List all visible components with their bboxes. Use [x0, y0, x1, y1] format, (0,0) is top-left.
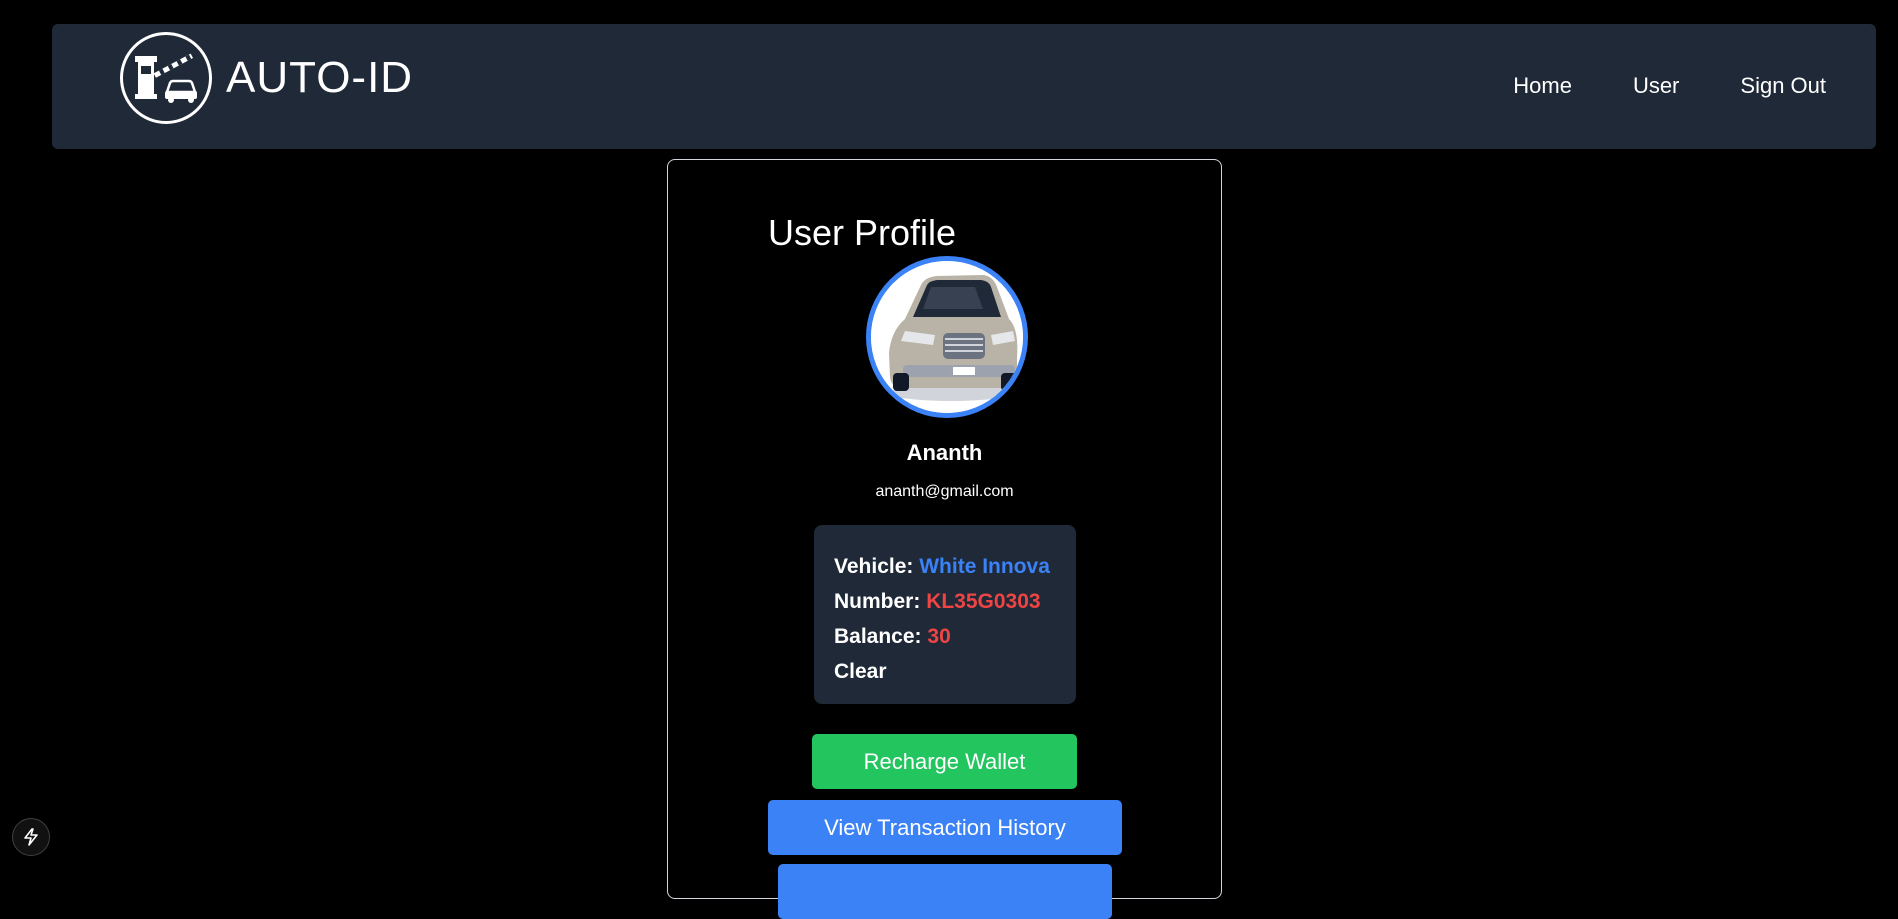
user-name: Ananth	[906, 440, 983, 465]
vehicle-label: Vehicle:	[834, 555, 914, 578]
toll-gate-logo-icon	[120, 32, 212, 124]
nav-link-user[interactable]: User	[1633, 73, 1679, 99]
number-label: Number:	[834, 590, 921, 613]
nav-link-home[interactable]: Home	[1513, 73, 1572, 99]
car-photo-icon	[871, 261, 1023, 413]
balance-row: Balance: 30	[834, 619, 1056, 654]
dev-tools-badge[interactable]	[12, 818, 50, 856]
brand[interactable]: AUTO-ID	[120, 32, 413, 124]
partially-visible-button[interactable]	[778, 864, 1112, 919]
navbar: AUTO-ID Home User Sign Out	[52, 24, 1876, 149]
vehicle-info-box: Vehicle: White Innova Number: KL35G0303 …	[814, 525, 1076, 704]
page-title: User Profile	[768, 212, 957, 253]
nav-link-sign-out[interactable]: Sign Out	[1740, 73, 1826, 99]
recharge-wallet-button[interactable]: Recharge Wallet	[812, 734, 1077, 789]
user-email: ananth@gmail.com	[875, 483, 1014, 500]
profile-card: User Profile Ananth ananth@gmail.com Veh…	[667, 159, 1222, 919]
main-nav: Home User Sign Out	[1452, 73, 1826, 99]
status-row: Clear	[834, 654, 1056, 689]
brand-name: AUTO-ID	[226, 53, 414, 102]
balance-label: Balance:	[834, 625, 922, 648]
balance-value: 30	[927, 625, 951, 648]
view-transaction-history-button[interactable]: View Transaction History	[768, 800, 1122, 855]
vehicle-avatar	[866, 256, 1028, 418]
vehicle-row: Vehicle: White Innova	[834, 549, 1056, 584]
number-row: Number: KL35G0303	[834, 584, 1056, 619]
number-value: KL35G0303	[926, 590, 1041, 613]
vehicle-value: White Innova	[919, 555, 1050, 578]
status-text: Clear	[834, 660, 887, 683]
lightning-icon	[24, 828, 38, 846]
